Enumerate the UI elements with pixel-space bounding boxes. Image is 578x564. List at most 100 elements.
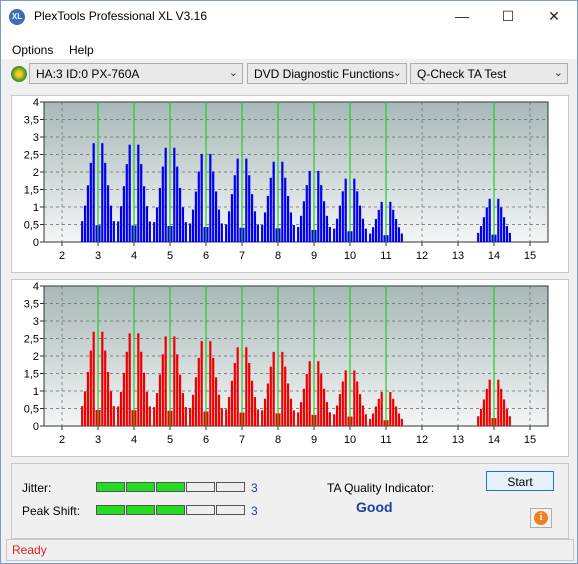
data-bar [314,414,317,426]
y-tick-label: 0,5 [24,404,39,416]
data-bar [227,397,231,426]
close-button[interactable]: ✕ [531,1,577,32]
data-bar [158,374,162,426]
data-bar [194,377,198,426]
data-bar [112,406,115,426]
y-tick-label: 3,5 [24,299,39,311]
minimize-button[interactable]: — [439,1,485,32]
data-bar [335,218,339,242]
data-bar [197,357,200,426]
data-bar [488,379,491,426]
data-bar [317,361,320,426]
data-bar [253,397,257,426]
data-bar [128,333,131,426]
data-bar [344,178,347,242]
x-tick-label: 11 [380,434,391,446]
window-title: PlexTools Professional XL V3.16 [34,9,207,23]
maximize-button[interactable]: ☐ [485,1,531,32]
data-bar [250,380,254,426]
data-bar [358,394,362,426]
data-bar [400,233,403,242]
x-tick-label: 13 [452,434,464,446]
y-tick-label: 0,5 [24,220,39,232]
pit-jitter-chart: 0 0,5 1 1,5 2 2,5 3 3,5 4 2 3 4 5 6 7 8 9 10 11 12 13 14 15 [24,97,549,262]
data-bar [225,224,228,242]
data-bar [335,405,339,426]
data-bar [140,164,143,242]
menu-help[interactable]: Help [69,43,94,57]
data-bar [392,398,395,426]
data-bar [148,406,151,426]
x-tick-label: 15 [524,434,536,446]
data-bar [392,209,395,242]
data-bar [266,195,270,242]
data-bar [194,191,198,242]
data-bar [250,194,254,242]
x-tick-label: 12 [416,250,428,262]
function-select[interactable]: DVD Diagnostic Functions ⌄ [247,63,407,84]
test-select[interactable]: Q-Check TA Test ⌄ [410,63,568,84]
data-bar [361,218,365,242]
chevron-down-icon: ⌄ [392,67,402,79]
data-bar [104,162,107,242]
data-bar [369,418,372,426]
x-tick-label: 15 [524,250,536,262]
data-bar [497,379,500,426]
jitter-value: 3 [251,481,258,495]
data-bar [322,201,326,242]
data-bar [269,366,272,426]
data-bar [245,347,248,426]
meter-segment [96,505,125,515]
ta-quality-label: TA Quality Indicator: [327,481,435,495]
data-bar [233,175,236,242]
data-bar [275,413,278,426]
data-bar [317,170,320,242]
data-bar [253,211,257,242]
data-bar [344,370,347,426]
data-bar [479,408,483,426]
data-bar [81,221,84,242]
x-tick-label: 3 [95,434,101,446]
data-bar [263,398,267,426]
data-bar [167,225,170,242]
info-button[interactable]: i [530,508,552,528]
data-bar [286,195,290,242]
drive-select[interactable]: HA:3 ID:0 PX-760A ⌄ [29,63,243,84]
data-bar [400,418,403,426]
data-bar [119,206,123,242]
data-bar [81,406,84,426]
x-tick-label: 5 [167,434,173,446]
drive-select-value: HA:3 ID:0 PX-760A [36,67,140,81]
data-bar [325,402,329,426]
meter-segment [156,505,185,515]
data-bar [371,413,375,426]
start-button[interactable]: Start [486,471,554,491]
x-tick-label: 2 [59,250,65,262]
data-bar [502,217,506,242]
menu-options[interactable]: Options [12,43,53,57]
data-bar [164,336,167,426]
data-bar [261,410,264,426]
data-bar [278,413,281,426]
data-bar [197,171,200,242]
x-tick-label: 6 [203,434,209,446]
x-tick-label: 10 [344,250,356,262]
x-tick-label: 10 [344,434,356,446]
data-bar [122,372,126,426]
data-bar [95,409,98,426]
data-bar [477,232,480,242]
menu-bar: Options Help [1,32,577,59]
status-bar: Ready [6,539,574,561]
bottom-graph-panel: 0 0,5 1 1,5 2 2,5 3 3,5 4 2 3 4 5 6 7 8 9 10 11 12 13 14 15 [11,279,569,457]
data-bar [161,166,164,242]
data-bar [117,406,120,426]
data-bar [320,185,323,242]
data-bar [505,226,509,242]
y-tick-label: 3 [33,132,39,144]
data-bar [203,227,206,242]
data-bar [104,350,107,426]
data-bar [328,412,331,426]
data-bar [181,207,185,242]
x-tick-label: 8 [275,250,281,262]
data-bar [89,350,92,426]
